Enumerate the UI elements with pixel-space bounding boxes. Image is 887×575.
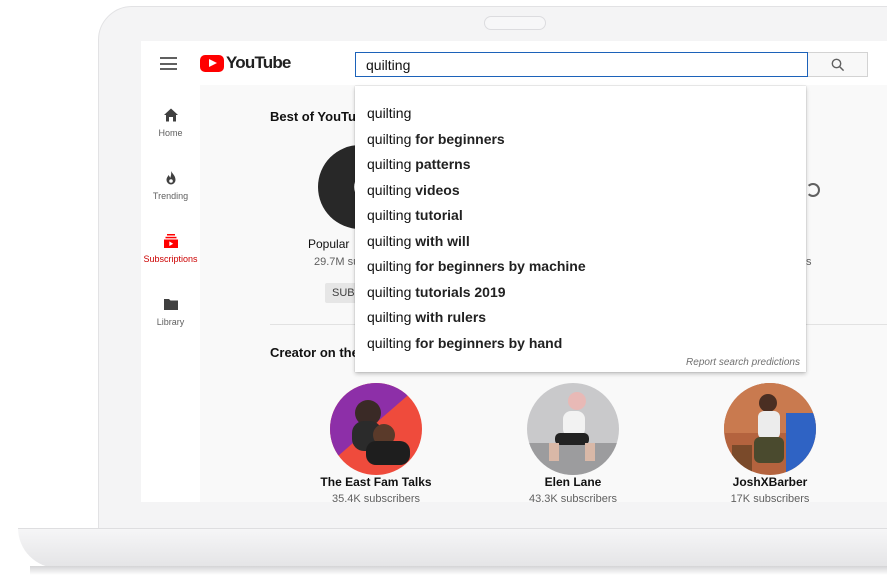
- suggestion-completion: for beginners by hand: [415, 335, 563, 351]
- creator-avatar[interactable]: [527, 383, 619, 475]
- sidebar: Home Trending Subscriptions Library: [141, 85, 200, 502]
- home-icon: [163, 108, 178, 122]
- suggestion-completion: for beginners by machine: [415, 258, 586, 274]
- creator-name[interactable]: JoshXBarber: [700, 475, 840, 489]
- suggestion-prefix: quilting: [367, 284, 412, 300]
- suggestion-item[interactable]: quilting for beginners: [367, 131, 505, 147]
- menu-icon[interactable]: [160, 57, 177, 70]
- flame-icon: [166, 171, 175, 185]
- suggestion-prefix: quilting: [367, 309, 412, 325]
- suggestion-item[interactable]: quilting with rulers: [367, 309, 486, 325]
- youtube-logo[interactable]: YouTube: [200, 53, 291, 73]
- creator-card[interactable]: The East Fam Talks 35.4K subscribers: [306, 383, 446, 502]
- creator-card[interactable]: JoshXBarber 17K subscribers: [700, 383, 840, 502]
- laptop-camera: [484, 16, 546, 30]
- suggestion-prefix: quilting: [367, 233, 412, 249]
- suggestion-prefix: quilting: [367, 156, 412, 172]
- suggestion-item[interactable]: quilting videos: [367, 182, 460, 198]
- laptop-base: [18, 528, 887, 568]
- suggestion-completion: with will: [415, 233, 470, 249]
- channel-avatar-partial: [806, 183, 820, 197]
- suggestion-item[interactable]: quilting for beginners by hand: [367, 335, 562, 351]
- channel-subscribers-partial: s: [806, 256, 812, 268]
- suggestion-prefix: quilting: [367, 131, 412, 147]
- play-logo-icon: [200, 54, 224, 72]
- creator-subscribers: 43.3K subscribers: [528, 493, 618, 502]
- youtube-screen: YouTube quilting Home Trending Subscript…: [141, 41, 887, 502]
- laptop-shadow: [30, 566, 887, 575]
- sidebar-item-trending[interactable]: Trending: [141, 170, 200, 201]
- creator-subscribers: 35.4K subscribers: [331, 493, 421, 502]
- suggestion-prefix: quilting: [367, 105, 412, 121]
- sidebar-item-label: Library: [156, 317, 185, 327]
- creator-photo: [330, 383, 422, 465]
- suggestion-item[interactable]: quilting patterns: [367, 156, 471, 172]
- suggestion-prefix: quilting: [367, 258, 412, 274]
- subscriptions-icon: [163, 234, 178, 248]
- suggestion-completion: with rulers: [415, 309, 487, 325]
- search-input[interactable]: quilting: [355, 52, 808, 77]
- creator-card[interactable]: Elen Lane 43.3K subscribers: [503, 383, 643, 502]
- creator-photo: [527, 392, 619, 475]
- folder-icon: [163, 299, 178, 310]
- sidebar-item-label: Home: [158, 128, 183, 138]
- creator-name[interactable]: The East Fam Talks: [306, 475, 446, 489]
- top-bar: YouTube quilting: [141, 41, 887, 85]
- search-icon: [831, 58, 844, 71]
- creator-avatar[interactable]: [330, 383, 422, 475]
- suggestion-prefix: quilting: [367, 207, 412, 223]
- suggestion-prefix: quilting: [367, 182, 412, 198]
- sidebar-item-subscriptions[interactable]: Subscriptions: [141, 233, 200, 264]
- creator-subscribers: 17K subscribers: [730, 493, 810, 502]
- logo-text: YouTube: [226, 53, 291, 72]
- suggestion-prefix: quilting: [367, 335, 412, 351]
- report-predictions-link[interactable]: Report search predictions: [686, 357, 800, 368]
- suggestion-completion: for beginners: [415, 131, 505, 147]
- suggestion-completion: patterns: [415, 156, 471, 172]
- laptop-mockup: YouTube quilting Home Trending Subscript…: [0, 0, 887, 575]
- creator-photo: [724, 383, 816, 475]
- creator-name[interactable]: Elen Lane: [503, 475, 643, 489]
- suggestion-completion: tutorials 2019: [415, 284, 506, 300]
- search-button[interactable]: [808, 52, 868, 77]
- suggestion-item[interactable]: quilting with will: [367, 233, 470, 249]
- sidebar-item-label: Subscriptions: [143, 254, 198, 264]
- sidebar-item-library[interactable]: Library: [141, 296, 200, 327]
- suggestion-item[interactable]: quilting tutorials 2019: [367, 284, 506, 300]
- suggestion-completion: tutorial: [415, 207, 463, 223]
- suggestion-item[interactable]: quilting: [367, 105, 411, 121]
- sidebar-item-label: Trending: [152, 191, 189, 201]
- creator-avatar[interactable]: [724, 383, 816, 475]
- sidebar-item-home[interactable]: Home: [141, 107, 200, 138]
- search-suggestions-dropdown: quilting quilting for beginners quilting…: [355, 86, 806, 372]
- suggestion-item[interactable]: quilting for beginners by machine: [367, 258, 586, 274]
- search-input-value: quilting: [366, 56, 411, 73]
- suggestion-completion: videos: [415, 182, 460, 198]
- channel-name[interactable]: Popular: [308, 237, 349, 251]
- suggestion-item[interactable]: quilting tutorial: [367, 207, 463, 223]
